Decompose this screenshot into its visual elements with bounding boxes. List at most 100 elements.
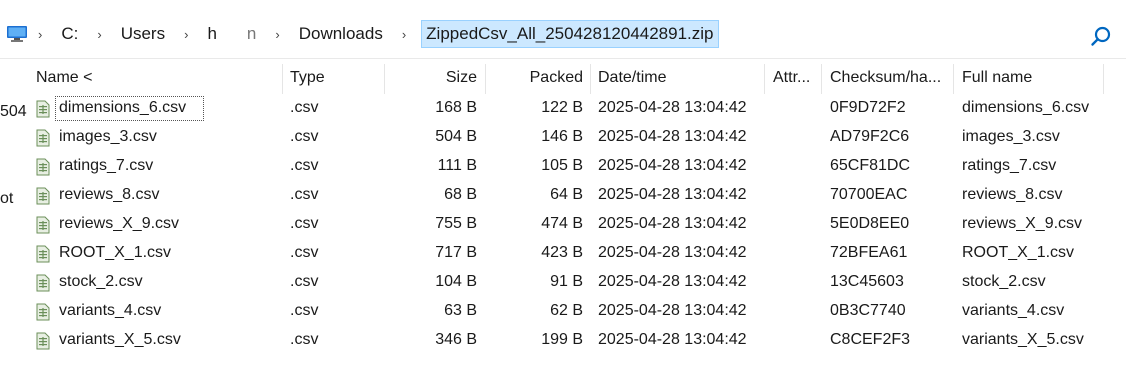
file-datetime: 2025-04-28 13:04:42 [598,302,747,319]
file-datetime: 2025-04-28 13:04:42 [598,273,747,290]
file-type: .csv [290,302,319,319]
table-row[interactable]: variants_X_5.csv .csv 346 B 199 B 2025-04-28… [0,325,1126,354]
file-name[interactable]: ratings_7.csv [59,151,153,180]
breadcrumb-zip-file[interactable]: ZippedCsv_All_250428120442891.zip [421,20,719,48]
file-datetime: 2025-04-28 13:04:42 [598,128,747,145]
file-name[interactable]: stock_2.csv [59,267,143,296]
breadcrumb-user-folder[interactable]: h [203,21,220,47]
table-row[interactable]: reviews_X_9.csv .csv 755 B 474 B 2025-04-28 … [0,209,1126,238]
file-size: 104 B [435,273,477,290]
search-icon[interactable] [1089,25,1113,49]
file-name[interactable]: reviews_8.csv [59,180,159,209]
file-full-name: ratings_7.csv [962,157,1057,174]
column-divider[interactable] [953,64,954,94]
csv-file-icon [36,244,50,263]
column-header-size[interactable]: Size [384,66,477,90]
file-type: .csv [290,215,319,232]
file-full-name: stock_2.csv [962,273,1046,290]
column-header-name[interactable]: Name < [36,66,92,90]
breadcrumb-c-drive[interactable]: C: [57,21,82,47]
breadcrumb-user-folder-suffix[interactable]: n [243,21,260,47]
column-header-datetime[interactable]: Date/time [598,66,666,90]
file-datetime: 2025-04-28 13:04:42 [598,99,747,116]
file-packed-size: 474 B [541,215,583,232]
file-datetime: 2025-04-28 13:04:42 [598,157,747,174]
table-row[interactable]: images_3.csv .csv 504 B 146 B 2025-04-28 13:… [0,122,1126,151]
computer-icon[interactable] [6,25,28,43]
file-packed-size: 146 B [541,128,583,145]
file-type: .csv [290,128,319,145]
file-size: 168 B [435,99,477,116]
csv-file-icon [36,99,50,118]
file-checksum: 65CF81DC [830,157,911,174]
file-type: .csv [290,157,319,174]
file-size: 63 B [444,302,477,319]
file-full-name: variants_X_5.csv [962,331,1084,348]
table-row[interactable]: reviews_8.csv .csv 68 B 64 B 2025-04-28 13:0… [0,180,1126,209]
column-header-full-name[interactable]: Full name [962,66,1032,90]
file-name[interactable]: reviews_X_9.csv [59,209,179,238]
table-row[interactable]: variants_4.csv .csv 63 B 62 B 2025-04-28 13:… [0,296,1126,325]
file-size: 68 B [444,186,477,203]
file-datetime: 2025-04-28 13:04:42 [598,244,747,261]
file-full-name: reviews_X_9.csv [962,215,1083,232]
csv-file-icon [36,273,50,292]
column-divider[interactable] [282,64,283,94]
file-datetime: 2025-04-28 13:04:42 [598,331,747,348]
file-name[interactable]: variants_4.csv [59,296,161,325]
file-packed-size: 423 B [541,244,583,261]
file-size: 111 B [437,157,477,174]
file-full-name: images_3.csv [962,128,1060,145]
file-packed-size: 91 B [550,273,583,290]
file-packed-size: 62 B [550,302,583,319]
column-header-attributes[interactable]: Attr... [773,66,810,90]
file-name[interactable]: variants_X_5.csv [59,325,181,354]
file-size: 717 B [435,244,477,261]
file-type: .csv [290,244,319,261]
column-divider[interactable] [821,64,822,94]
column-header-packed[interactable]: Packed [485,66,583,90]
file-checksum: 70700EAC [830,186,908,203]
file-packed-size: 105 B [541,157,583,174]
chevron-right-icon[interactable]: › [184,27,188,42]
csv-file-icon [36,157,50,176]
chevron-right-icon[interactable]: › [275,27,279,42]
file-size: 755 B [435,215,477,232]
table-row[interactable]: stock_2.csv .csv 104 B 91 B 2025-04-28 13:04… [0,267,1126,296]
breadcrumb: › C: › Users › h n › Downloads › ZippedC… [38,20,719,48]
table-row[interactable]: ROOT_X_1.csv .csv 717 B 423 B 2025-04-28 13:… [0,238,1126,267]
file-full-name: variants_4.csv [962,302,1065,319]
chevron-right-icon[interactable]: › [97,27,101,42]
chevron-right-icon[interactable]: › [402,27,406,42]
file-name[interactable]: dimensions_6.csv [59,93,186,122]
column-divider[interactable] [764,64,765,94]
address-bar[interactable]: › C: › Users › h n › Downloads › ZippedC… [0,8,1126,59]
table-row[interactable]: dimensions_6.csv .csv 168 B 122 B 2025-04-28… [0,93,1126,122]
file-type: .csv [290,99,319,116]
file-datetime: 2025-04-28 13:04:42 [598,215,747,232]
file-packed-size: 64 B [550,186,583,203]
column-divider[interactable] [1103,64,1104,94]
file-checksum: 13C45603 [830,273,904,290]
file-datetime: 2025-04-28 13:04:42 [598,186,747,203]
file-packed-size: 122 B [541,99,583,116]
file-full-name: ROOT_X_1.csv [962,244,1075,261]
file-name[interactable]: ROOT_X_1.csv [59,238,171,267]
csv-file-icon [36,302,50,321]
column-header-type[interactable]: Type [290,66,325,90]
file-checksum: 0B3C7740 [830,302,906,319]
csv-file-icon [36,186,50,205]
column-header-checksum[interactable]: Checksum/ha... [830,66,941,90]
csv-file-icon [36,331,50,350]
column-divider[interactable] [590,64,591,94]
file-type: .csv [290,331,319,348]
breadcrumb-downloads[interactable]: Downloads [295,21,387,47]
file-checksum: 5E0D8EE0 [830,215,910,232]
table-row[interactable]: ratings_7.csv .csv 111 B 105 B 2025-04-28 13… [0,151,1126,180]
csv-file-icon [36,215,50,234]
chevron-right-icon[interactable]: › [38,27,42,42]
file-full-name: dimensions_6.csv [962,99,1090,116]
breadcrumb-users[interactable]: Users [117,21,169,47]
file-checksum: 0F9D72F2 [830,99,906,116]
file-name[interactable]: images_3.csv [59,122,157,151]
